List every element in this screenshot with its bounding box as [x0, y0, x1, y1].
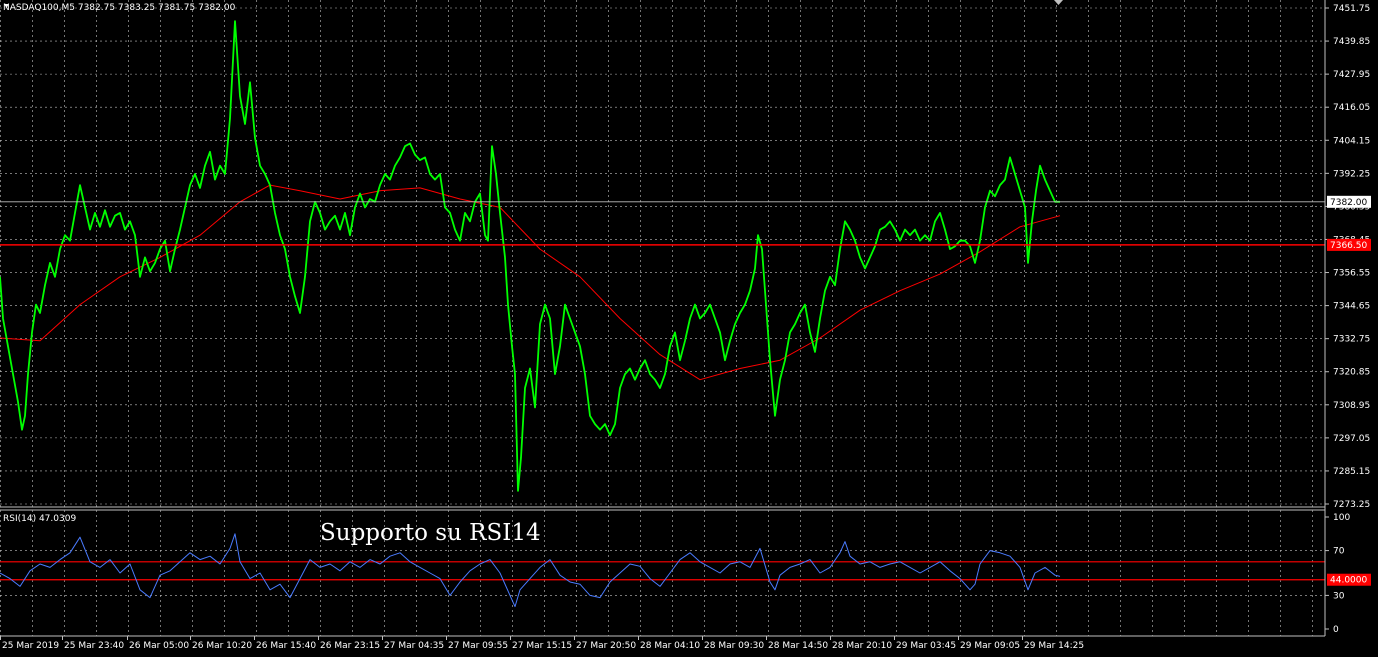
rsi-tick-label: 0: [1333, 625, 1339, 635]
price-tick-label: 7332.75: [1333, 335, 1370, 345]
current-price-label: 7382.00: [1330, 198, 1367, 208]
x-tick-label: 26 Mar 15:40: [256, 641, 316, 651]
chart-background: [0, 0, 1378, 657]
rsi-tick-label: 30: [1333, 591, 1345, 601]
rsi-header: RSI(14) 47.0309: [3, 514, 76, 524]
price-tick-label: 7416.05: [1333, 103, 1370, 113]
chart-symbol-header: NASDAQ100,M5 7382.75 7383.25 7381.75 738…: [3, 3, 236, 13]
support-price-label: 7366.50: [1330, 241, 1367, 251]
price-tick-label: 7392.25: [1333, 169, 1370, 179]
x-tick-label: 26 Mar 23:15: [320, 641, 380, 651]
rsi-level-label: 44.0000: [1330, 576, 1367, 586]
x-tick-label: 28 Mar 09:30: [704, 641, 764, 651]
price-tick-label: 7308.95: [1333, 401, 1370, 411]
x-tick-label: 28 Mar 20:10: [832, 641, 892, 651]
x-tick-label: 29 Mar 09:05: [960, 641, 1020, 651]
price-tick-label: 7451.75: [1333, 4, 1370, 14]
price-tick-label: 7320.85: [1333, 368, 1370, 378]
price-tick-label: 7285.15: [1333, 467, 1370, 477]
x-tick-label: 27 Mar 20:50: [576, 641, 636, 651]
price-tick-label: 7356.55: [1333, 269, 1370, 279]
price-tick-label: 7297.05: [1333, 434, 1370, 444]
x-tick-label: 27 Mar 04:35: [384, 641, 444, 651]
price-tick-label: 7404.15: [1333, 136, 1370, 146]
x-tick-label: 28 Mar 04:10: [640, 641, 700, 651]
price-tick-label: 7273.25: [1333, 500, 1370, 510]
x-tick-label: 26 Mar 10:20: [192, 641, 252, 651]
x-tick-label: 27 Mar 15:15: [512, 641, 572, 651]
price-tick-label: 7439.85: [1333, 37, 1370, 47]
chart: 7451.75 7439.85 7427.95 7416.05 7404.15 7392.…: [0, 0, 1378, 657]
rsi-tick-label: 100: [1333, 513, 1350, 523]
price-tick-label: 7427.95: [1333, 70, 1370, 80]
x-tick-label: 27 Mar 09:55: [448, 641, 508, 651]
rsi-tick-label: 70: [1333, 547, 1345, 557]
x-tick-label: 25 Mar 2019: [2, 641, 59, 651]
x-tick-label: 26 Mar 05:00: [129, 641, 189, 651]
rsi-annotation: Supporto su RSI14: [320, 520, 541, 546]
x-tick-label: 29 Mar 03:45: [896, 641, 956, 651]
price-tick-label: 7344.65: [1333, 302, 1370, 312]
x-tick-label: 25 Mar 23:40: [64, 641, 124, 651]
x-tick-label: 28 Mar 14:50: [768, 641, 828, 651]
x-tick-label: 29 Mar 14:25: [1024, 641, 1084, 651]
